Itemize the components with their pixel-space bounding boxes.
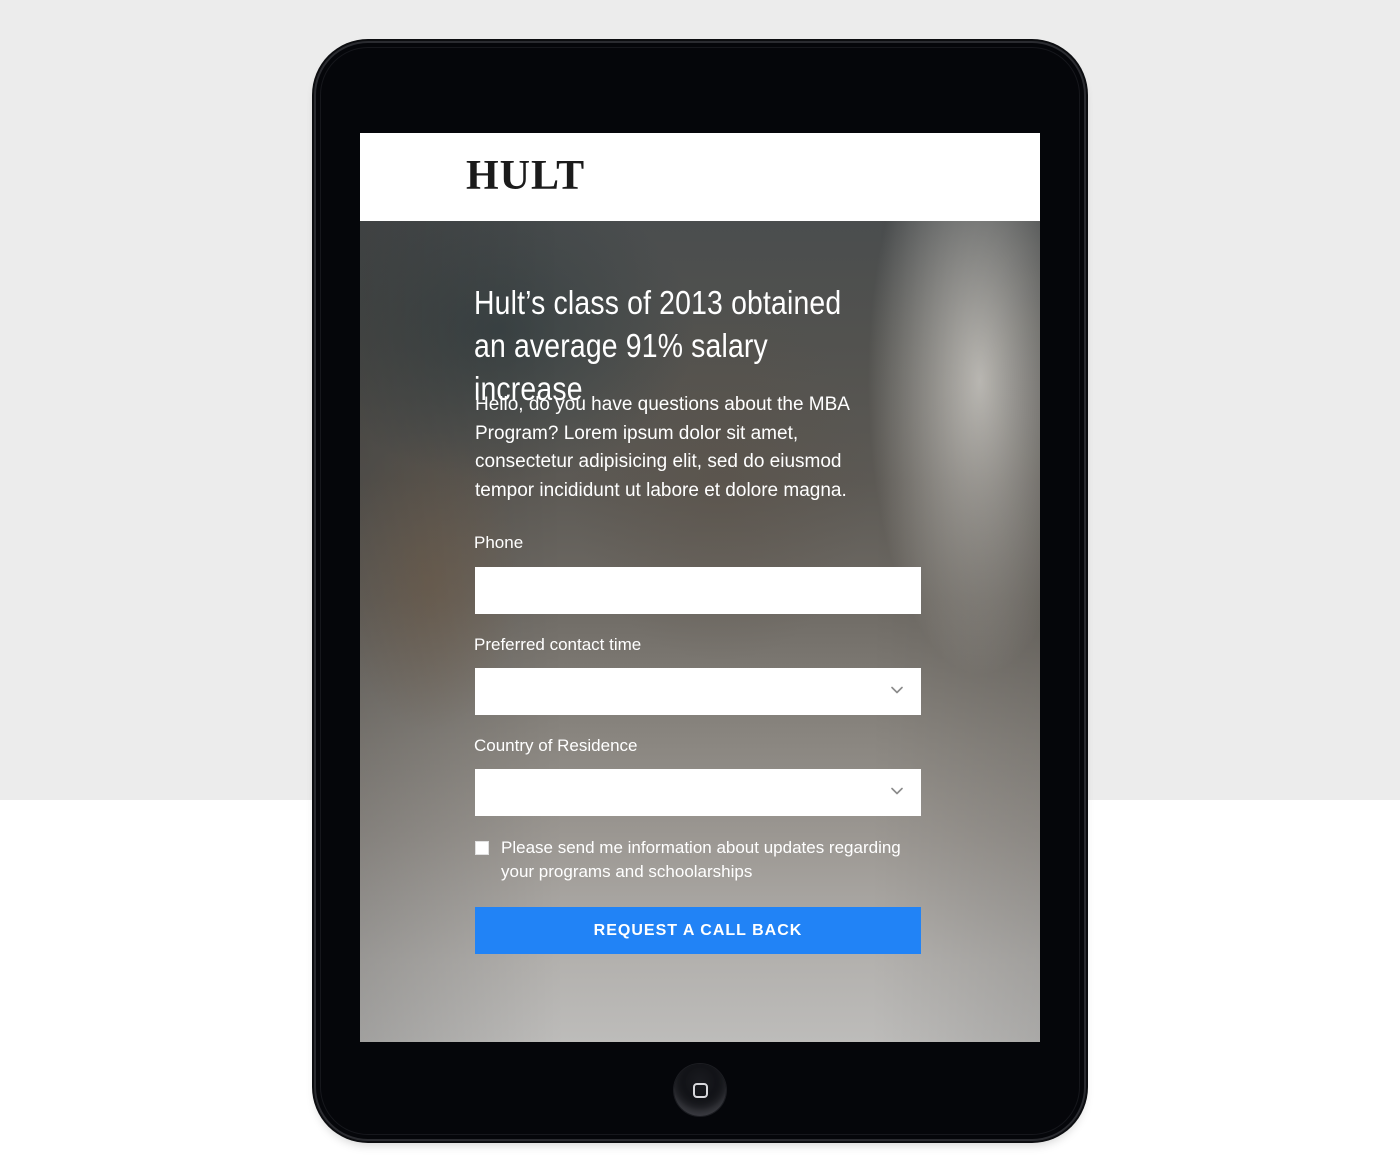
tablet-device: HULT Hult’s class of 2013 obtained an av… xyxy=(316,43,1084,1139)
intro-text: Hello, do you have questions about the M… xyxy=(475,391,895,505)
intro-line-2: Program? Lorem ipsum dolor sit amet, xyxy=(475,422,799,444)
hult-logo[interactable]: HULT xyxy=(466,155,585,197)
consent-text: Please send me information about updates… xyxy=(501,836,931,884)
phone-input[interactable] xyxy=(475,567,921,614)
site-header: HULT xyxy=(360,133,1040,221)
country-select[interactable] xyxy=(475,769,921,816)
contact-time-select[interactable] xyxy=(475,668,921,715)
hero-section: Hult’s class of 2013 obtained an average… xyxy=(360,221,1040,1042)
phone-label: Phone xyxy=(474,533,524,552)
intro-line-4: tempor incididunt ut labore et dolore ma… xyxy=(475,479,847,501)
request-call-back-button[interactable]: REQUEST A CALL BACK xyxy=(475,907,921,954)
home-button[interactable] xyxy=(674,1064,726,1116)
home-button-icon xyxy=(692,1082,708,1098)
consent-checkbox[interactable] xyxy=(475,841,489,855)
consent-line-1: Please send me information about updates… xyxy=(501,838,901,857)
headline-line-1: Hult’s class of 2013 obtained xyxy=(474,284,842,321)
contact-time-label: Preferred contact time xyxy=(474,635,642,654)
consent-line-2: your programs and schoolarships xyxy=(501,862,753,881)
intro-line-1: Hello, do you have questions about the M… xyxy=(475,394,850,415)
tablet-screen: HULT Hult’s class of 2013 obtained an av… xyxy=(360,133,1040,1042)
chevron-down-icon xyxy=(891,787,903,795)
country-label: Country of Residence xyxy=(474,736,638,755)
intro-line-3: consectetur adipisicing elit, sed do eiu… xyxy=(475,451,842,472)
chevron-down-icon xyxy=(891,686,903,694)
